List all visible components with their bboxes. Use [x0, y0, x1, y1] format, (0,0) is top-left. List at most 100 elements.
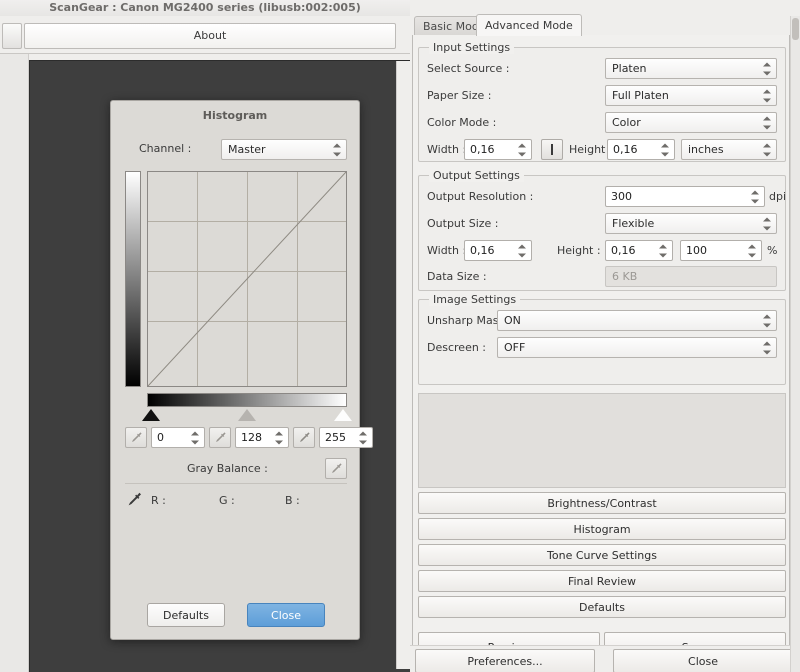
footer-close-button[interactable]: Close	[613, 649, 793, 672]
about-button[interactable]: About	[24, 23, 396, 49]
white-point-value: 255	[325, 431, 346, 444]
output-size-label: Output Size :	[427, 217, 499, 230]
g-label: G :	[219, 494, 235, 507]
chevron-updown-icon	[763, 340, 772, 355]
input-height-field[interactable]: 0,16	[607, 139, 675, 160]
channel-row: Channel : Master	[111, 139, 359, 161]
paper-size-value: Full Platen	[612, 89, 669, 102]
paper-size-label: Paper Size :	[427, 89, 492, 102]
output-resolution-stepper[interactable]	[751, 189, 760, 204]
histogram-button[interactable]: Histogram	[418, 518, 786, 540]
select-source-value: Platen	[612, 62, 647, 75]
mid-point-stepper[interactable]	[275, 430, 284, 445]
select-source-select[interactable]: Platen	[605, 58, 777, 79]
final-review-button[interactable]: Final Review	[418, 570, 786, 592]
descreen-label: Descreen :	[427, 341, 487, 354]
unsharp-mask-value: ON	[504, 314, 521, 327]
mid-point-input[interactable]: 128	[235, 427, 289, 448]
data-size-value: 6 KB	[612, 270, 638, 283]
chevron-updown-icon	[333, 142, 342, 157]
histogram-dialog: Histogram Channel : Master 0 128 255 Gra…	[110, 100, 373, 640]
black-point-marker[interactable]	[142, 409, 160, 421]
output-scale-value: 100	[686, 244, 707, 257]
input-width-field[interactable]: 0,16	[464, 139, 532, 160]
black-point-value: 0	[157, 431, 164, 444]
output-height-stepper[interactable]	[659, 243, 668, 258]
image-adjust-placeholder	[418, 393, 786, 488]
chevron-updown-icon	[763, 61, 772, 76]
output-width-field[interactable]: 0,16	[464, 240, 532, 261]
histogram-dialog-title: Histogram	[202, 109, 268, 122]
image-settings-group: Image Settings Unsharp Mask : ON Descree…	[418, 293, 786, 385]
histogram-close-button[interactable]: Close	[247, 603, 325, 627]
window-scrollbar[interactable]	[790, 16, 800, 672]
output-resolution-value: 300	[611, 190, 632, 203]
input-settings-group: Input Settings Select Source : Platen Pa…	[418, 41, 786, 162]
scrollbar-thumb[interactable]	[792, 18, 799, 40]
b-label: B :	[285, 494, 300, 507]
lock-aspect-ratio-icon[interactable]	[541, 139, 563, 160]
toolbar-divider	[0, 53, 410, 54]
preview-tool-sidebar[interactable]	[0, 54, 29, 672]
black-point-eyedropper-icon[interactable]	[125, 427, 147, 448]
color-picker-icon	[127, 491, 143, 510]
output-width-label: Width :	[427, 244, 467, 257]
unsharp-mask-select[interactable]: ON	[497, 310, 777, 331]
mid-point-marker[interactable]	[238, 409, 256, 421]
output-height-field[interactable]: 0,16	[605, 240, 673, 261]
output-size-value: Flexible	[612, 217, 655, 230]
gray-balance-row: Gray Balance :	[125, 457, 347, 481]
mid-point-eyedropper-icon[interactable]	[209, 427, 231, 448]
black-point-input[interactable]: 0	[151, 427, 205, 448]
scangear-window: ScanGear : Canon MG2400 series (libusb:0…	[0, 0, 800, 672]
gray-balance-eyedropper-icon[interactable]	[325, 458, 347, 479]
rgb-divider	[125, 483, 347, 484]
chevron-updown-icon	[763, 88, 772, 103]
defaults-button[interactable]: Defaults	[418, 596, 786, 618]
input-width-value: 0,16	[470, 143, 495, 156]
white-point-stepper[interactable]	[359, 430, 368, 445]
r-label: R :	[151, 494, 166, 507]
white-point-marker[interactable]	[334, 409, 352, 421]
brightness-contrast-button[interactable]: Brightness/Contrast	[418, 492, 786, 514]
tone-curve-line	[148, 172, 346, 386]
tab-advanced-mode[interactable]: Advanced Mode	[476, 14, 582, 36]
output-scale-field[interactable]: 100	[680, 240, 762, 261]
level-inputs-row: 0 128 255	[125, 427, 373, 449]
white-point-eyedropper-icon[interactable]	[293, 427, 315, 448]
output-resolution-field[interactable]: 300	[605, 186, 765, 207]
advanced-mode-panel: Input Settings Select Source : Platen Pa…	[412, 35, 790, 665]
input-width-stepper[interactable]	[518, 142, 527, 157]
data-size-label: Data Size :	[427, 270, 487, 283]
histogram-graph	[125, 171, 352, 421]
vertical-gradient-bar	[125, 171, 141, 387]
white-point-input[interactable]: 255	[319, 427, 373, 448]
rgb-readout-row: R : G : B :	[125, 491, 347, 511]
preferences-button[interactable]: Preferences...	[415, 649, 595, 672]
input-settings-label: Input Settings	[429, 41, 515, 54]
chevron-updown-icon	[763, 115, 772, 130]
output-scale-stepper[interactable]	[748, 243, 757, 258]
input-units-select[interactable]: inches	[681, 139, 777, 160]
channel-select[interactable]: Master	[221, 139, 347, 160]
paper-size-select[interactable]: Full Platen	[605, 85, 777, 106]
descreen-select[interactable]: OFF	[497, 337, 777, 358]
gray-balance-label: Gray Balance :	[187, 462, 268, 475]
output-resolution-label: Output Resolution :	[427, 190, 534, 203]
tone-curve-plot[interactable]	[147, 171, 347, 387]
output-settings-group: Output Settings Output Resolution : 300 …	[418, 169, 786, 291]
input-units-value: inches	[688, 143, 724, 156]
data-size-value-box: 6 KB	[605, 266, 777, 287]
tone-curve-settings-button[interactable]: Tone Curve Settings	[418, 544, 786, 566]
output-size-select[interactable]: Flexible	[605, 213, 777, 234]
histogram-defaults-button[interactable]: Defaults	[147, 603, 225, 627]
black-point-stepper[interactable]	[191, 430, 200, 445]
image-settings-label: Image Settings	[429, 293, 521, 306]
chevron-updown-icon	[763, 313, 772, 328]
channel-label: Channel :	[139, 142, 192, 155]
mode-tabs: Basic Mode Advanced Mode	[412, 14, 790, 36]
color-mode-select[interactable]: Color	[605, 112, 777, 133]
adjustment-buttons: Brightness/Contrast Histogram Tone Curve…	[418, 492, 786, 620]
output-width-stepper[interactable]	[518, 243, 527, 258]
input-height-stepper[interactable]	[661, 142, 670, 157]
